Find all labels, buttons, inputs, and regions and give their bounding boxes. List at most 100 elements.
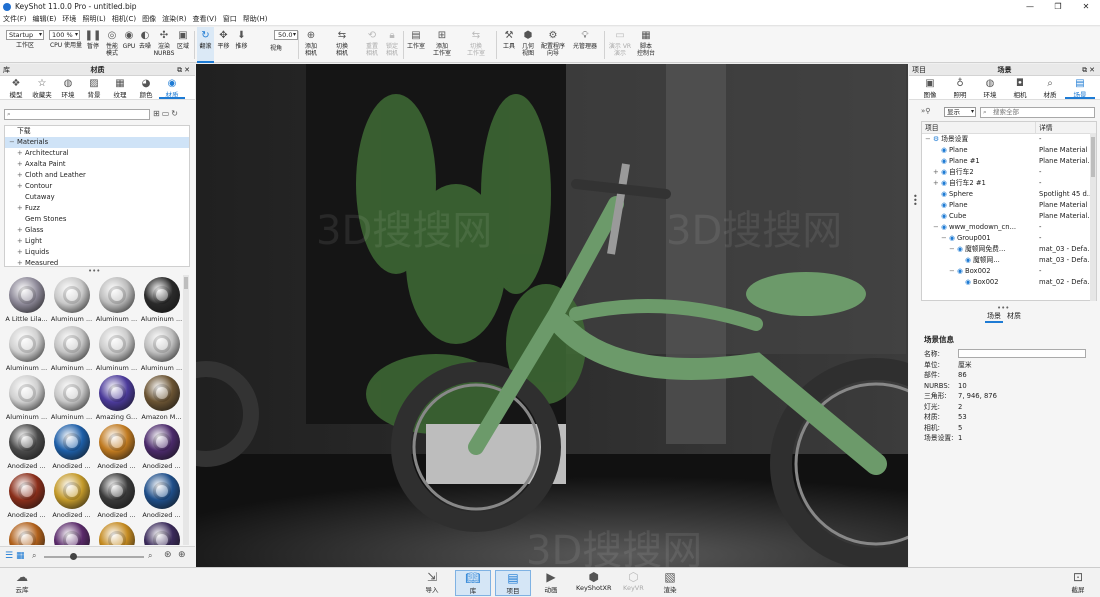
material-thumbnail[interactable]: Amazing G... bbox=[94, 373, 139, 422]
scrollbar-thumb[interactable] bbox=[184, 277, 188, 289]
thumbnail-size-slider[interactable] bbox=[44, 553, 144, 560]
library-tree-item[interactable]: + Axalta Paint bbox=[5, 159, 189, 170]
geometry-view-button[interactable]: ⬢ 几何 视图 bbox=[519, 27, 537, 63]
performance-mode-button[interactable]: ◎ 性能 模式 bbox=[103, 27, 121, 63]
material-thumbnail[interactable]: Aluminum ... bbox=[139, 324, 184, 373]
menu-help[interactable]: 帮助(H) bbox=[243, 14, 268, 24]
subtab-material[interactable]: 材质 bbox=[1007, 311, 1021, 323]
visibility-eye-icon[interactable]: ◉ bbox=[941, 168, 947, 176]
animation-button[interactable]: ▶ 动画 bbox=[544, 570, 558, 594]
add-camera-button[interactable]: ⊕ 添加 相机 bbox=[301, 27, 321, 63]
expand-icon[interactable]: + bbox=[17, 159, 25, 170]
collapse-icon[interactable]: − bbox=[941, 233, 949, 244]
material-thumbnail[interactable]: Anodized ... bbox=[4, 471, 49, 520]
material-thumbnail[interactable]: Anodized ... bbox=[94, 471, 139, 520]
settings-icon[interactable]: ⚙ bbox=[933, 135, 939, 143]
scene-tree-row[interactable]: ◉ Plane Plane Material bbox=[922, 200, 1096, 211]
tab-favorites[interactable]: ☆ 收藏夹 bbox=[29, 76, 55, 99]
tab-lighting[interactable]: ♁ 照明 bbox=[945, 76, 975, 99]
visibility-eye-icon[interactable]: ◉ bbox=[941, 190, 947, 198]
scene-search-input[interactable]: ⌕ 搜索全部 bbox=[980, 107, 1095, 118]
library-search-input[interactable]: ⌕ bbox=[4, 109, 150, 120]
import-button[interactable]: ⇲ 导入 bbox=[425, 570, 439, 594]
library-tree-item[interactable]: + Light bbox=[5, 236, 189, 247]
folder-icon[interactable]: ▭ bbox=[162, 109, 172, 118]
library-tree-item[interactable]: − Materials bbox=[5, 137, 189, 148]
library-tree-item[interactable]: + Cloth and Leather bbox=[5, 170, 189, 181]
download-icon[interactable]: ⊕ bbox=[178, 550, 186, 560]
material-thumbnail[interactable] bbox=[49, 520, 94, 545]
material-thumbnail[interactable]: Aluminum ... bbox=[4, 324, 49, 373]
expand-icon[interactable]: + bbox=[17, 258, 25, 266]
scene-tree-row[interactable]: − ◉ Box002- bbox=[922, 266, 1096, 277]
zoom-out-icon[interactable]: ⌕ bbox=[32, 551, 36, 561]
visibility-eye-icon[interactable]: ◉ bbox=[941, 179, 947, 187]
expand-icon[interactable]: + bbox=[17, 203, 25, 214]
material-thumbnail[interactable]: Anodized ... bbox=[4, 422, 49, 471]
visibility-eye-icon[interactable]: ◉ bbox=[965, 278, 971, 286]
expand-icon[interactable]: + bbox=[17, 170, 25, 181]
visibility-eye-icon[interactable]: ◉ bbox=[941, 201, 947, 209]
scene-tree-row[interactable]: − ◉ Group001- bbox=[922, 233, 1096, 244]
gpu-button[interactable]: ◉ GPU bbox=[122, 27, 136, 63]
material-thumbnail[interactable]: Anodized ... bbox=[139, 471, 184, 520]
script-console-button[interactable]: ▦ 脚本 控制台 bbox=[634, 27, 658, 63]
collapse-icon[interactable]: − bbox=[925, 134, 933, 145]
scene-tree-row[interactable]: ◉ Box002 mat_02 - Defa... bbox=[922, 277, 1096, 288]
visibility-eye-icon[interactable]: ◉ bbox=[957, 267, 963, 275]
upload-icon[interactable]: ⊛ bbox=[164, 550, 172, 560]
library-tree-item[interactable]: Cutaway bbox=[5, 192, 189, 203]
material-thumbnail[interactable]: Anodized ... bbox=[139, 422, 184, 471]
list-view-icon[interactable]: ☰ bbox=[5, 551, 13, 561]
panel-float-close-icon[interactable]: ⧉✕ bbox=[177, 64, 192, 76]
tab-material[interactable]: ⌕ 材质 bbox=[1035, 76, 1065, 99]
col-item-header[interactable]: 项目 bbox=[922, 122, 1036, 133]
material-thumbnail[interactable]: Aluminum ... bbox=[94, 324, 139, 373]
visibility-eye-icon[interactable]: ◉ bbox=[941, 223, 947, 231]
scene-tree-scrollbar[interactable] bbox=[1090, 133, 1096, 301]
expand-icon[interactable]: + bbox=[17, 225, 25, 236]
library-tree-item[interactable]: + Architectural bbox=[5, 148, 189, 159]
material-thumbnail[interactable]: Aluminum ... bbox=[139, 275, 184, 324]
render-button[interactable]: ▧ 渲染 bbox=[663, 570, 677, 594]
menu-edit[interactable]: 编辑(E) bbox=[33, 14, 57, 24]
tab-camera[interactable]: ◘ 相机 bbox=[1005, 76, 1035, 99]
tab-materials[interactable]: ◉ 材质 bbox=[159, 76, 185, 99]
expand-icon[interactable]: + bbox=[17, 181, 25, 192]
menu-window[interactable]: 窗口 bbox=[223, 14, 237, 24]
configurator-wizard-button[interactable]: ⚙ 配置程序 向导 bbox=[538, 27, 568, 63]
thumbnail-scrollbar[interactable] bbox=[183, 275, 189, 545]
expand-icon[interactable]: + bbox=[17, 247, 25, 258]
screenshot-button[interactable]: ⊡ 截屏 bbox=[1071, 570, 1085, 594]
material-thumbnail[interactable]: A Little Lila... bbox=[4, 275, 49, 324]
menu-view[interactable]: 查看(V) bbox=[192, 14, 216, 24]
pause-button[interactable]: ❚❚ 暂停 bbox=[85, 27, 102, 63]
studio-button[interactable]: ▤ 工作室 bbox=[405, 27, 427, 63]
menu-lighting[interactable]: 照明(L) bbox=[82, 14, 105, 24]
expand-icon[interactable]: + bbox=[933, 167, 941, 178]
scene-tree-row[interactable]: − ◉ www_modown_cn... - bbox=[922, 222, 1096, 233]
workspace-button[interactable]: 工作区 bbox=[8, 39, 42, 63]
library-tree-item[interactable]: + Fuzz bbox=[5, 203, 189, 214]
tab-environments[interactable]: ◍ 环境 bbox=[55, 76, 81, 99]
close-button[interactable]: ✕ bbox=[1072, 0, 1100, 13]
expand-icon[interactable]: + bbox=[17, 236, 25, 247]
menu-environment[interactable]: 环境 bbox=[62, 14, 76, 24]
collapse-icon[interactable]: − bbox=[949, 244, 957, 255]
library-tree-item[interactable]: Gem Stones bbox=[5, 214, 189, 225]
col-detail-header[interactable]: 详情 bbox=[1036, 122, 1053, 133]
denoise-button[interactable]: ◐ 去噪 bbox=[137, 27, 153, 63]
visibility-eye-icon[interactable]: ◉ bbox=[941, 146, 947, 154]
reset-camera-button[interactable]: ⟲ 重置 相机 bbox=[362, 27, 382, 63]
library-tree-item[interactable]: + Measured bbox=[5, 258, 189, 266]
region-button[interactable]: ▣ 区域 bbox=[175, 27, 191, 63]
menu-camera[interactable]: 相机(C) bbox=[112, 14, 136, 24]
maximize-button[interactable]: ❐ bbox=[1044, 0, 1072, 13]
material-thumbnail[interactable] bbox=[4, 520, 49, 545]
tab-image[interactable]: ▣ 图像 bbox=[915, 76, 945, 99]
tab-textures[interactable]: ▦ 纹理 bbox=[107, 76, 133, 99]
scene-tree-row[interactable]: + ◉ 自行车2- bbox=[922, 167, 1096, 178]
material-thumbnail[interactable] bbox=[139, 520, 184, 545]
present-vr-button[interactable]: ▭ 演示 VR 演示 bbox=[608, 27, 632, 63]
keyshotxr-button[interactable]: ⬢ KeyShotXR bbox=[576, 570, 612, 592]
